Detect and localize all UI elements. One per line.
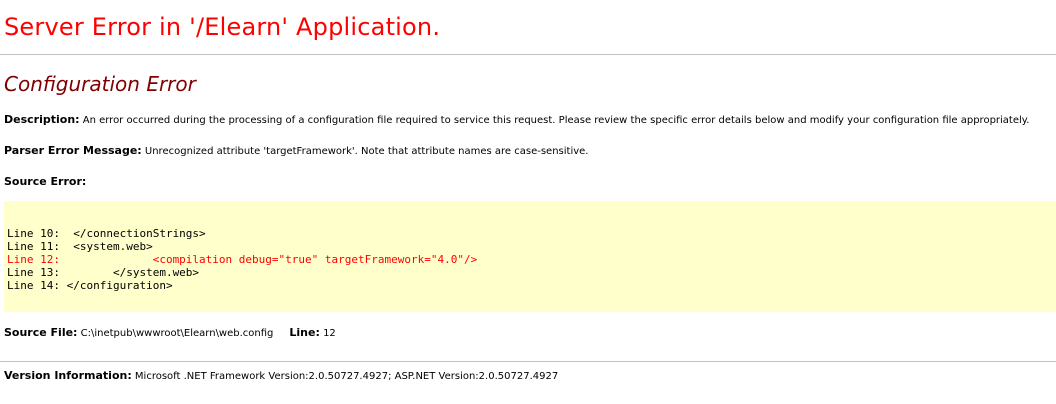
- page-title: Server Error in '/Elearn' Application.: [4, 13, 441, 41]
- version-information: Version Information: Microsoft .NET Fram…: [4, 369, 558, 382]
- version-label: Version Information:: [4, 369, 132, 382]
- divider: [0, 54, 1056, 55]
- error-heading: Configuration Error: [4, 72, 196, 96]
- parser-error-text: Unrecognized attribute 'targetFramework'…: [141, 146, 589, 157]
- source-error-label: Source Error:: [4, 175, 87, 188]
- parser-error-label: Parser Error Message:: [4, 144, 142, 157]
- description-text: An error occurred during the processing …: [79, 115, 1030, 126]
- version-text: Microsoft .NET Framework Version:2.0.507…: [131, 371, 559, 382]
- source-code-box: Line 10: </connectionStrings> Line 11: <s…: [4, 201, 1056, 312]
- line-label: Line:: [289, 326, 320, 339]
- description: Description: An error occurred during th…: [4, 113, 1029, 126]
- code-line: Line 13: </system.web>: [7, 266, 200, 279]
- source-code: Line 10: </connectionStrings> Line 11: <s…: [7, 227, 477, 292]
- parser-error-message: Parser Error Message: Unrecognized attri…: [4, 144, 589, 157]
- source-file: Source File: C:\inetpub\wwwroot\Elearn\w…: [4, 326, 336, 339]
- code-line: Line 10: </connectionStrings>: [7, 227, 206, 240]
- source-file-path: C:\inetpub\wwwroot\Elearn\web.config: [77, 328, 274, 339]
- code-line: Line 14: </configuration>: [7, 279, 173, 292]
- divider: [0, 361, 1056, 362]
- code-line: Line 11: <system.web>: [7, 240, 153, 253]
- error-page: Server Error in '/Elearn' Application. C…: [0, 0, 1056, 404]
- source-file-label: Source File:: [4, 326, 78, 339]
- description-label: Description:: [4, 113, 80, 126]
- code-line-error: Line 12: <compilation debug="true" targe…: [7, 253, 478, 266]
- line-value: 12: [319, 328, 336, 339]
